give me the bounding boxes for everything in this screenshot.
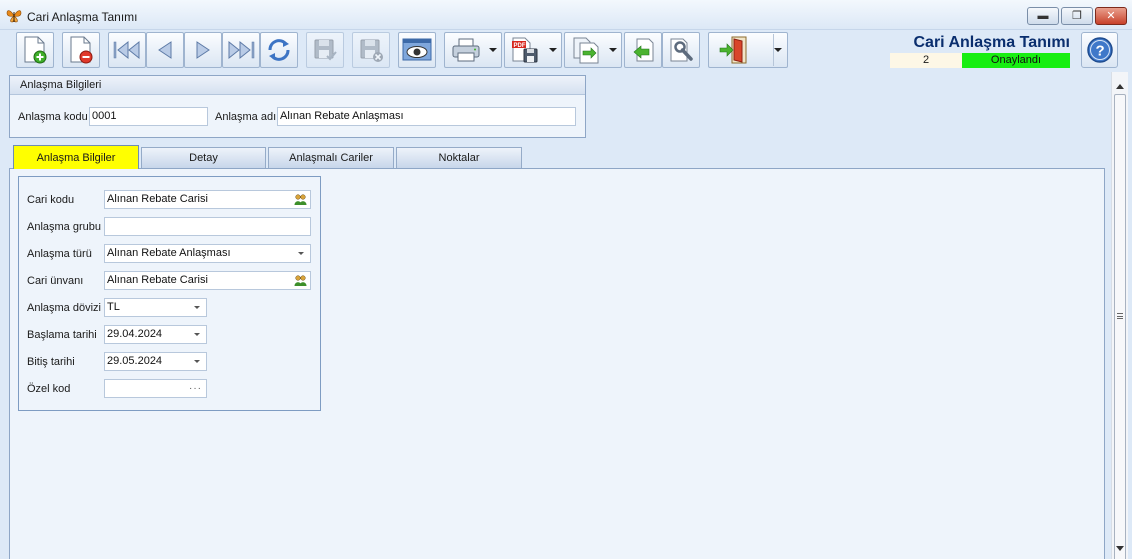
account-title-label: Cari ünvanı — [27, 275, 84, 287]
tools-icon — [670, 38, 693, 62]
last-record-icon — [228, 40, 255, 60]
help-icon: ? — [1086, 37, 1113, 63]
tab-detail[interactable]: Detay — [141, 147, 266, 168]
save-icon — [314, 39, 337, 61]
tab-contracted-accounts[interactable]: Anlaşmalı Cariler — [268, 147, 394, 168]
preview-icon — [402, 38, 432, 61]
chevron-down-icon[interactable] — [194, 333, 200, 336]
people-lookup-icon[interactable] — [294, 193, 307, 206]
chevron-down-icon — [609, 48, 617, 52]
import-icon — [633, 38, 654, 62]
vertical-scrollbar[interactable] — [1111, 72, 1128, 559]
ellipsis-button[interactable]: ··· — [189, 380, 202, 397]
tools-button[interactable] — [662, 32, 700, 68]
scroll-up-icon[interactable] — [1116, 84, 1124, 89]
preview-button[interactable] — [398, 32, 436, 68]
start-date-picker[interactable]: 29.04.2024 — [104, 325, 207, 344]
cancel-changes-button[interactable] — [352, 32, 390, 68]
last-record-button[interactable] — [222, 32, 260, 68]
account-title-field[interactable]: Alınan Rebate Carisi — [104, 271, 311, 290]
chevron-down-icon[interactable] — [194, 360, 200, 363]
chevron-down-icon — [549, 48, 557, 52]
agreement-name-label: Anlaşma adı — [215, 111, 277, 123]
record-number: 2 — [890, 53, 962, 68]
print-icon — [452, 38, 480, 62]
special-code-label: Özel kod — [27, 383, 71, 395]
delete-record-button[interactable] — [62, 32, 100, 68]
next-record-icon — [196, 41, 210, 59]
close-icon: ✕ — [1106, 9, 1116, 22]
exit-button[interactable] — [708, 32, 788, 68]
agreement-type-select[interactable]: Alınan Rebate Anlaşması — [104, 244, 311, 263]
people-lookup-icon[interactable] — [294, 274, 307, 287]
agreement-type-value: Alınan Rebate Anlaşması — [107, 247, 231, 259]
save-button[interactable] — [306, 32, 344, 68]
chevron-down-icon — [489, 48, 497, 52]
account-code-value: Alınan Rebate Carisi — [107, 193, 208, 205]
currency-select[interactable]: TL — [104, 298, 207, 317]
transfer-icon — [573, 37, 599, 64]
account-title-value: Alınan Rebate Carisi — [107, 274, 208, 286]
import-button[interactable] — [624, 32, 662, 68]
pdf-export-button[interactable]: PDF — [504, 32, 562, 68]
start-date-value: 29.04.2024 — [107, 328, 163, 340]
start-date-label: Başlama tarihi — [27, 329, 97, 341]
agreement-details-group — [18, 176, 321, 411]
previous-record-icon — [158, 41, 172, 59]
currency-label: Anlaşma dövizi — [27, 302, 101, 314]
group-title: Anlaşma Bilgileri — [10, 76, 585, 95]
maximize-button[interactable]: ❐ — [1061, 7, 1093, 25]
chevron-down-icon — [774, 48, 782, 52]
print-button[interactable] — [444, 32, 502, 68]
scroll-down-icon[interactable] — [1116, 546, 1124, 551]
transfer-button[interactable] — [564, 32, 622, 68]
end-date-picker[interactable]: 29.05.2024 — [104, 352, 207, 371]
currency-value: TL — [107, 301, 120, 313]
new-document-icon — [24, 36, 47, 64]
save-cancel-icon — [360, 39, 383, 62]
status-badge: Onaylandı — [962, 53, 1070, 68]
agreement-group-field[interactable] — [104, 217, 311, 236]
agreement-code-label: Anlaşma kodu — [18, 111, 88, 123]
help-button[interactable]: ? — [1081, 32, 1118, 68]
close-button[interactable]: ✕ — [1095, 7, 1127, 25]
form-title: Cari Anlaşma Tanımı — [913, 34, 1071, 51]
first-record-icon — [113, 40, 140, 60]
agreement-type-label: Anlaşma türü — [27, 248, 92, 260]
minimize-button[interactable]: ▬ — [1027, 7, 1059, 25]
tab-points[interactable]: Noktalar — [396, 147, 522, 168]
end-date-value: 29.05.2024 — [107, 355, 163, 367]
agreement-name-field[interactable]: Alınan Rebate Anlaşması — [277, 107, 576, 126]
pdf-export-icon: PDF — [512, 37, 538, 63]
scroll-thumb[interactable] — [1114, 94, 1126, 559]
chevron-down-icon[interactable] — [298, 252, 304, 255]
agreement-code-field[interactable]: 0001 — [89, 107, 208, 126]
refresh-icon — [268, 39, 290, 61]
svg-text:?: ? — [1095, 43, 1104, 60]
title-bar: Cari Anlaşma Tanımı ▬ ❐ ✕ — [0, 0, 1132, 30]
chevron-down-icon[interactable] — [194, 306, 200, 309]
exit-door-icon — [719, 36, 747, 64]
previous-record-button[interactable] — [146, 32, 184, 68]
account-code-field[interactable]: Alınan Rebate Carisi — [104, 190, 311, 209]
special-code-field[interactable]: ··· — [104, 379, 207, 398]
restore-icon: ❐ — [1072, 9, 1082, 22]
delete-document-icon — [70, 36, 93, 64]
svg-text:PDF: PDF — [514, 43, 526, 49]
end-date-label: Bitiş tarihi — [27, 356, 75, 368]
grip-icon — [1117, 313, 1123, 319]
refresh-button[interactable] — [260, 32, 298, 68]
new-record-button[interactable] — [16, 32, 54, 68]
agreement-group-label: Anlaşma grubu — [27, 221, 101, 233]
minimize-icon: ▬ — [1037, 9, 1049, 22]
tab-agreement-info[interactable]: Anlaşma Bilgiler — [13, 145, 139, 169]
account-code-label: Cari kodu — [27, 194, 75, 206]
window-title: Cari Anlaşma Tanımı — [27, 10, 138, 24]
first-record-button[interactable] — [108, 32, 146, 68]
next-record-button[interactable] — [184, 32, 222, 68]
butterfly-icon — [6, 10, 22, 23]
